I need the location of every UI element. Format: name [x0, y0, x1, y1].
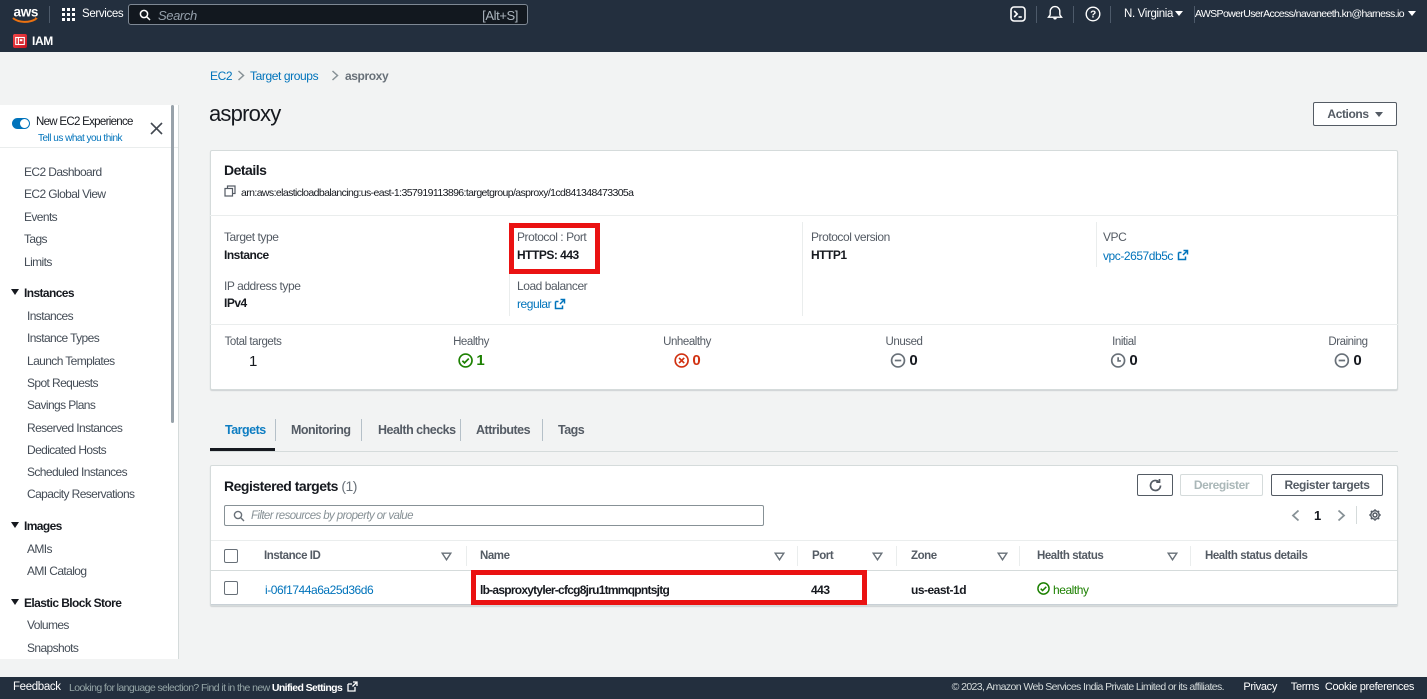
svg-text:aws: aws — [14, 5, 39, 20]
svg-text:?: ? — [1090, 10, 1096, 21]
